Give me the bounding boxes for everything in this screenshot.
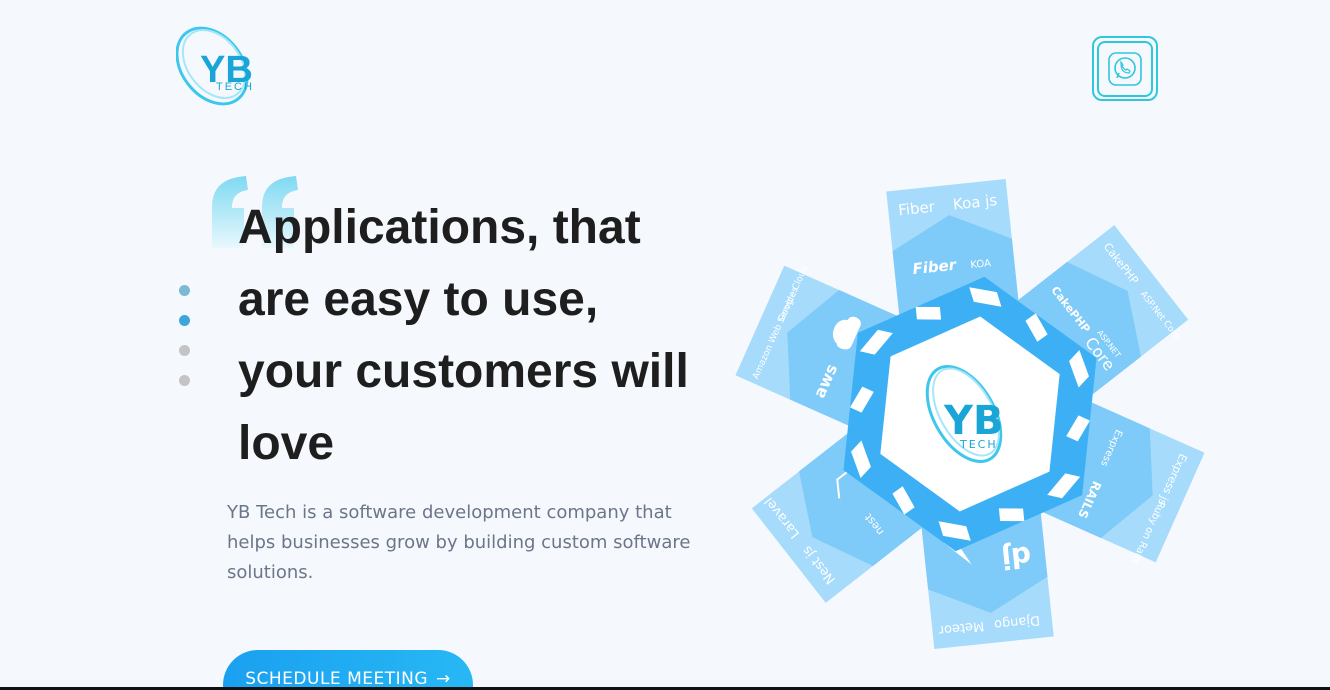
center-logo-subtext: TECH xyxy=(959,438,998,451)
django-logo: dj xyxy=(1000,539,1033,575)
headline-line: your customers will xyxy=(238,345,689,398)
carousel-dot-3[interactable] xyxy=(179,345,190,356)
schedule-meeting-button[interactable]: SCHEDULE MEETING → xyxy=(223,650,473,690)
carousel-dot-1[interactable] xyxy=(179,285,190,296)
whatsapp-button[interactable] xyxy=(1092,36,1158,101)
logo-subtext: TECH xyxy=(216,81,254,93)
carousel-dot-4[interactable] xyxy=(179,375,190,386)
cta-label: SCHEDULE MEETING xyxy=(245,669,429,689)
carousel-dot-2[interactable] xyxy=(179,315,190,326)
brand-logo[interactable]: YB TECH xyxy=(175,20,268,110)
hero-headline: Applications, that are easy to use, your… xyxy=(238,192,718,480)
whatsapp-icon xyxy=(1108,51,1142,86)
arrow-right-icon: → xyxy=(436,669,451,689)
koa-logo: KOA xyxy=(970,258,992,271)
headline-line: love xyxy=(238,417,335,470)
headline-line: are easy to use, xyxy=(238,273,599,326)
carousel-dots xyxy=(179,285,190,405)
hero-description: YB Tech is a software development compan… xyxy=(227,502,691,583)
headline-line: Applications, that xyxy=(238,201,641,254)
tech-stack-graphic: Fiber Koa js Fiber KOA CakePHP ASP.Net C… xyxy=(700,170,1260,690)
